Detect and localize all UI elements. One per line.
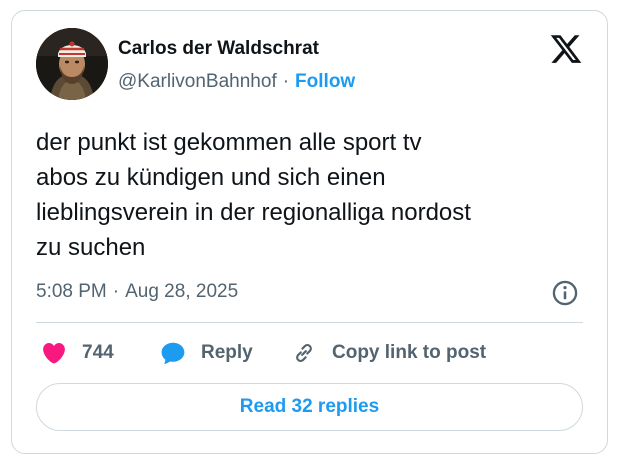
follow-button[interactable]: Follow — [295, 71, 355, 92]
divider — [36, 322, 583, 323]
copy-link-button[interactable]: Copy link to post — [290, 338, 486, 368]
avatar[interactable] — [36, 28, 108, 100]
speech-bubble-icon — [161, 342, 185, 365]
timestamp-separator: · — [112, 281, 120, 302]
tweet-time: 5:08 PM — [36, 281, 107, 302]
display-name[interactable]: Carlos der Waldschrat — [118, 38, 319, 60]
like-button[interactable]: 744 — [40, 338, 114, 368]
reply-label: Reply — [201, 342, 253, 363]
reply-button[interactable]: Reply — [159, 338, 253, 368]
read-replies-button[interactable]: Read 32 replies — [36, 383, 583, 431]
avatar-image — [36, 28, 108, 100]
x-logo-icon[interactable] — [549, 32, 583, 66]
like-count: 744 — [82, 342, 114, 363]
handle-row: @KarlivonBahnhof · Follow — [118, 71, 355, 93]
user-handle[interactable]: @KarlivonBahnhof — [118, 71, 277, 92]
info-icon[interactable] — [551, 279, 579, 307]
tweet-text: der punkt ist gekommen alle sport tv abo… — [36, 129, 471, 261]
tweet-date: Aug 28, 2025 — [125, 281, 239, 302]
tweet-timestamp[interactable]: 5:08 PM · Aug 28, 2025 — [36, 281, 238, 303]
link-icon — [296, 344, 312, 362]
copy-link-label: Copy link to post — [332, 342, 487, 363]
tweet-card: Carlos der Waldschrat @KarlivonBahnhof · F… — [11, 10, 608, 454]
heart-icon — [43, 342, 65, 364]
handle-separator: · — [282, 71, 290, 92]
read-replies-label: Read 32 replies — [239, 396, 380, 417]
